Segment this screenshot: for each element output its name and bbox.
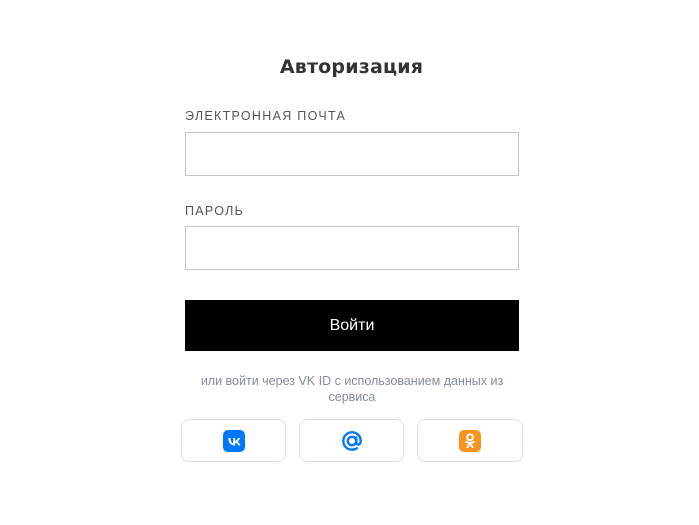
ok-login-button[interactable] bbox=[417, 419, 523, 462]
mail-login-button[interactable] bbox=[299, 419, 404, 462]
odnoklassniki-icon bbox=[459, 429, 481, 452]
mail-at-icon bbox=[340, 429, 364, 453]
vk-login-button[interactable] bbox=[181, 419, 286, 462]
page-title: Авторизация bbox=[279, 56, 424, 78]
login-button[interactable]: Войти bbox=[185, 300, 519, 351]
email-label: ЭЛЕКТРОННАЯ ПОЧТА bbox=[185, 109, 347, 123]
password-field[interactable] bbox=[185, 226, 519, 270]
vk-id-hint: или войти через VK ID с использованием д… bbox=[200, 374, 504, 404]
email-field[interactable] bbox=[185, 132, 519, 176]
password-label: ПАРОЛЬ bbox=[185, 204, 245, 218]
vk-icon bbox=[222, 429, 245, 452]
